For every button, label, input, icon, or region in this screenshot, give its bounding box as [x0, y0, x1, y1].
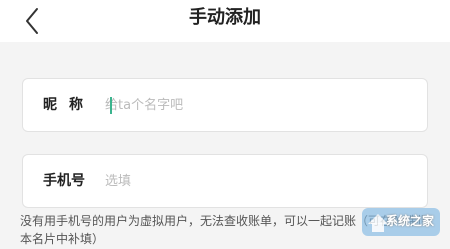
navigation-bar: 手动添加	[0, 0, 450, 42]
watermark-text: 系统之家	[386, 214, 435, 228]
nickname-input[interactable]	[105, 79, 405, 131]
phone-input[interactable]	[105, 155, 405, 207]
text-cursor	[110, 97, 112, 114]
page-title: 手动添加	[189, 7, 261, 28]
phone-field-card: 手机号	[22, 154, 428, 208]
nickname-field-card: 昵称	[22, 78, 428, 132]
phone-label: 手机号	[43, 173, 85, 189]
nickname-label: 昵称	[43, 97, 95, 113]
